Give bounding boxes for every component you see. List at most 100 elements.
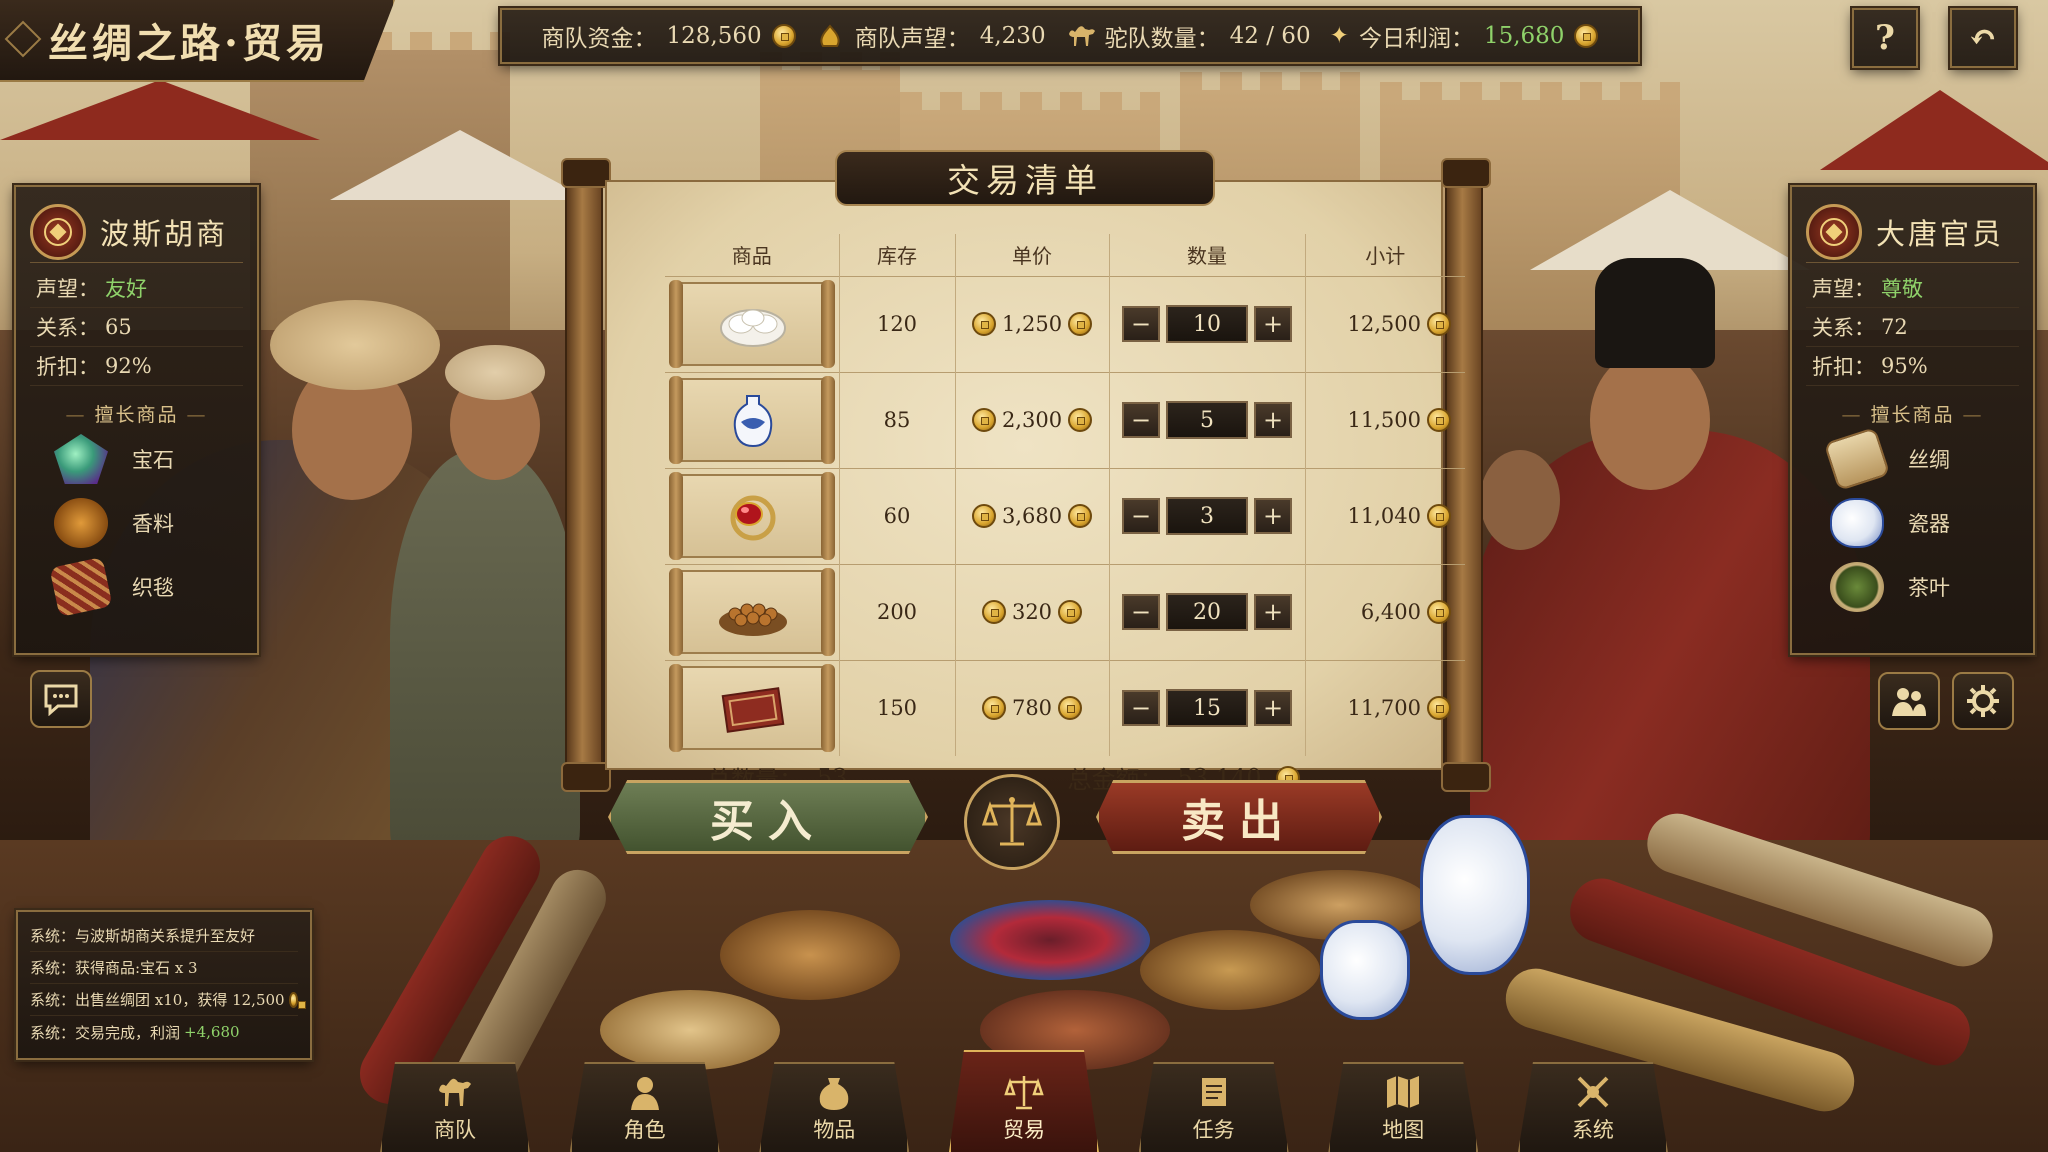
log-text: 系统：交易完成，利润	[30, 1023, 181, 1042]
coin-icon	[971, 504, 996, 528]
table-row[interactable]: 150 780 − 15 + 11,700	[665, 659, 1465, 756]
price-value: 320	[1011, 600, 1053, 624]
pouch-icon	[820, 1078, 849, 1110]
coin-icon	[1068, 408, 1093, 432]
buy-button[interactable]: 买入	[608, 780, 928, 854]
profit-value: 15,680	[1483, 23, 1565, 49]
log-text: 系统：出售丝绸团 x10，获得 12,500	[30, 991, 285, 1009]
game-title: 丝绸之路·贸易	[0, 0, 395, 82]
table-row[interactable]: 200 320 − 20 + 6,400	[665, 563, 1465, 660]
quantity-input[interactable]: 20	[1166, 593, 1248, 631]
price-cell: 1,250	[954, 275, 1109, 372]
quantity-cell: − 20 +	[1108, 563, 1305, 660]
item-cell	[665, 563, 839, 660]
trade-list-title-text: 交易清单	[947, 161, 1103, 200]
title-text: 丝绸之路·贸易	[48, 20, 330, 67]
map-icon	[1387, 1076, 1420, 1108]
increase-quantity-button[interactable]: +	[1254, 306, 1292, 342]
quantity-cell: − 3 +	[1108, 467, 1305, 564]
carpet-icon	[713, 680, 793, 738]
stock-cell: 85	[838, 371, 955, 468]
coin-icon	[1068, 312, 1093, 336]
decrease-quantity-button[interactable]: −	[1122, 690, 1160, 727]
coin-icon	[1058, 600, 1083, 624]
log-entry: 系统：出售丝绸团 x10，获得 12,500	[30, 984, 307, 1016]
table-header: 商品 库存 单价 数量 小计	[665, 234, 1465, 276]
coin-icon	[1574, 24, 1599, 48]
column-header: 商品	[731, 244, 772, 269]
scroll-rod-left	[561, 158, 611, 792]
table-row[interactable]: 60 3,680 − 3 + 11,040	[665, 467, 1465, 564]
title-ornament-icon	[4, 20, 42, 58]
coin-icon	[771, 24, 796, 48]
buy-label: 买入	[710, 796, 826, 847]
persian-merchant-panel: 波斯胡商 声望： 友好 关系： 65 折扣： 92% 擅长商品 宝石 香料 织毯	[14, 185, 259, 655]
spice-icon	[54, 498, 108, 548]
reputation-row: 声望： 尊敬	[1806, 269, 2019, 308]
specialty-label: 宝石	[132, 448, 174, 472]
camel-icon	[439, 1078, 471, 1106]
specialty-item: 瓷器	[1806, 491, 2019, 555]
sell-button[interactable]: 卖出	[1096, 780, 1382, 854]
subtotal-cell: 12,500	[1304, 275, 1465, 372]
quantity-cell: − 5 +	[1108, 371, 1305, 468]
specialty-label: 瓷器	[1908, 512, 1950, 536]
subtotal-value: 11,040	[1347, 504, 1421, 528]
profit-stat: ✦ 今日利润： 15,680	[1330, 19, 1599, 53]
nav-quests[interactable]: 任务	[1138, 1062, 1289, 1152]
decrease-quantity-button[interactable]: −	[1122, 306, 1160, 342]
table-row[interactable]: 120 1,250 − 10 + 12,500	[665, 275, 1465, 372]
gem-icon	[713, 488, 793, 546]
specialty-title: 擅长商品	[30, 400, 243, 427]
column-header: 数量	[1108, 234, 1305, 276]
log-text: 系统：获得商品:宝石 x 3	[30, 959, 198, 977]
increase-quantity-button[interactable]: +	[1254, 594, 1292, 630]
item-card[interactable]	[668, 280, 835, 368]
decrease-quantity-button[interactable]: −	[1122, 498, 1160, 534]
help-button[interactable]: ?	[1852, 8, 1918, 68]
reputation-label: 商队声望：	[854, 26, 970, 52]
increase-quantity-button[interactable]: +	[1254, 498, 1292, 534]
stock-value: 150	[876, 696, 918, 721]
nav-caravan[interactable]: 商队	[380, 1062, 530, 1152]
nav-map[interactable]: 地图	[1328, 1062, 1479, 1152]
increase-quantity-button[interactable]: +	[1254, 690, 1292, 727]
diplomacy-button[interactable]	[1878, 672, 1940, 730]
quantity-input[interactable]: 15	[1166, 689, 1248, 728]
nav-character[interactable]: 角色	[569, 1062, 720, 1152]
sell-label: 卖出	[1181, 796, 1297, 847]
relation-row: 关系： 72	[1806, 308, 2019, 347]
back-button[interactable]: ↶	[1950, 8, 2016, 68]
coin-icon	[971, 408, 996, 432]
quantity-input[interactable]: 10	[1166, 305, 1248, 343]
nav-trade[interactable]: 贸易	[948, 1050, 1099, 1152]
item-cell	[665, 467, 839, 564]
item-card[interactable]	[668, 664, 835, 753]
stock-value: 85	[883, 408, 911, 432]
price-cell: 2,300	[954, 371, 1109, 468]
resource-bar: 商队资金： 128,560 商队声望： 4,230 驼队数量： 42 / 60 …	[500, 8, 1640, 64]
trader-name: 波斯胡商	[100, 216, 229, 251]
chat-button[interactable]	[30, 670, 92, 728]
quantity-input[interactable]: 5	[1166, 401, 1248, 439]
settings-button[interactable]	[1952, 672, 2014, 730]
specialty-label: 织毯	[132, 576, 174, 600]
nav-items[interactable]: 物品	[759, 1062, 910, 1152]
item-card[interactable]	[668, 376, 835, 464]
discount-row: 折扣： 95%	[1806, 347, 2019, 386]
decrease-quantity-button[interactable]: −	[1122, 594, 1160, 630]
camel-icon	[1065, 22, 1095, 50]
back-arrow-icon: ↶	[1968, 18, 1998, 58]
quantity-input[interactable]: 3	[1166, 497, 1248, 535]
item-card[interactable]	[668, 568, 835, 656]
character-bust-icon	[630, 1077, 659, 1110]
reputation-pouch-icon	[815, 22, 845, 50]
increase-quantity-button[interactable]: +	[1254, 402, 1292, 438]
item-card[interactable]	[668, 472, 835, 560]
table-row[interactable]: 85 2,300 − 5 + 11,500	[665, 371, 1465, 468]
coin-icon	[1427, 312, 1451, 336]
specialty-item: 香料	[30, 491, 243, 555]
decrease-quantity-button[interactable]: −	[1122, 402, 1160, 438]
nav-system[interactable]: 系统	[1517, 1062, 1668, 1152]
price-value: 780	[1011, 696, 1053, 721]
